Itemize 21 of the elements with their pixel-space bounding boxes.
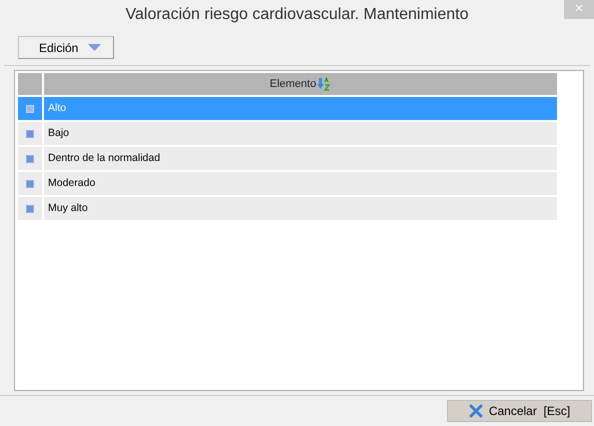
column-header[interactable]: Elemento (44, 73, 557, 95)
cross-icon (468, 404, 483, 418)
window-title: Valoración riesgo cardiovascular. Mantenimiento (126, 5, 468, 25)
table-cell[interactable]: Muy alto (44, 197, 557, 220)
square-icon (26, 154, 34, 162)
square-icon (26, 130, 34, 138)
row-indicator[interactable] (18, 122, 42, 145)
square-icon (26, 104, 34, 112)
table-cell[interactable]: Bajo (44, 122, 557, 145)
row-indicator[interactable] (18, 147, 42, 170)
row-header-corner (18, 73, 42, 95)
row-indicator[interactable] (18, 197, 42, 220)
edit-menu-button[interactable]: Edición (18, 36, 114, 59)
cancel-button[interactable]: Cancelar [Esc] (447, 400, 592, 422)
square-icon (26, 180, 34, 188)
caret-icon (88, 44, 102, 51)
table-cell[interactable]: Moderado (44, 172, 557, 195)
row-indicator[interactable] (18, 172, 42, 195)
square-icon (26, 204, 34, 212)
table-cell[interactable]: Dentro de la normalidad (44, 147, 557, 170)
row-indicator[interactable] (18, 97, 42, 120)
